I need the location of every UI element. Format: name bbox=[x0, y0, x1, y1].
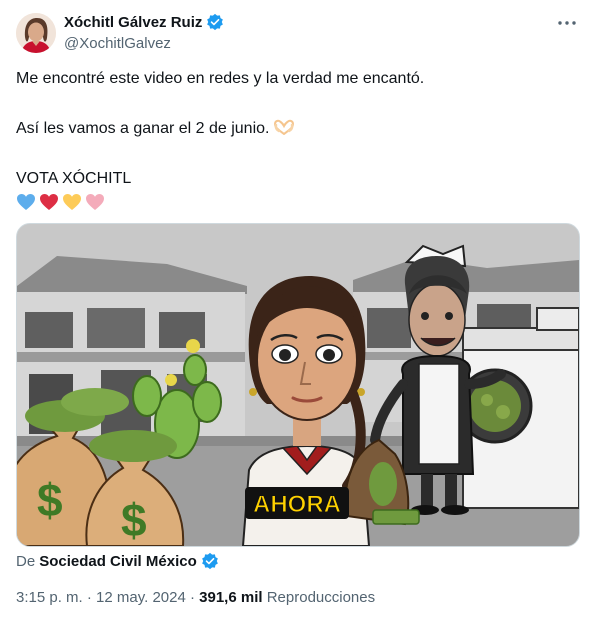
pink-heart-icon bbox=[86, 194, 104, 210]
heart-hands-icon bbox=[273, 119, 295, 136]
avatar[interactable] bbox=[16, 13, 56, 53]
tweet-line-2: Así les vamos a ganar el 2 de junio. bbox=[16, 118, 576, 140]
red-heart-icon bbox=[40, 194, 58, 210]
hearts-row bbox=[16, 193, 576, 211]
author-handle[interactable]: @XochitlGalvez bbox=[64, 35, 171, 52]
video-caption-text: AHORA bbox=[253, 491, 341, 518]
source-verified-badge-icon bbox=[201, 552, 219, 570]
video-media[interactable]: $ $ AHORA bbox=[16, 223, 580, 547]
blue-heart-icon bbox=[17, 194, 35, 210]
tweet-text: Me encontré este video en redes y la ver… bbox=[16, 68, 576, 211]
tweet-line-3: VOTA XÓCHITL bbox=[16, 170, 132, 187]
media-source: De Sociedad Civil México bbox=[16, 552, 219, 570]
tweet-line-2-text: Así les vamos a ganar el 2 de junio. bbox=[16, 120, 270, 137]
source-prefix: De bbox=[16, 552, 36, 570]
source-account-link[interactable]: Sociedad Civil México bbox=[39, 553, 197, 570]
views-label: Reproducciones bbox=[266, 589, 376, 606]
verified-badge-icon bbox=[206, 13, 224, 31]
tweet-timestamp[interactable]: 3:15 p. m. · 12 may. 2024 · bbox=[16, 589, 195, 606]
author-name[interactable]: Xóchitl Gálvez Ruiz bbox=[64, 14, 202, 31]
tweet: Xóchitl Gálvez Ruiz @XochitlGalvez Me en… bbox=[0, 0, 596, 620]
author-name-row[interactable]: Xóchitl Gálvez Ruiz bbox=[64, 13, 224, 31]
washing-machine bbox=[457, 307, 579, 509]
svg-text:$: $ bbox=[37, 474, 63, 526]
tweet-meta: 3:15 p. m. · 12 may. 2024 · 391,6 mil Re… bbox=[16, 589, 375, 606]
video-caption: AHORA bbox=[245, 487, 349, 519]
more-options-icon[interactable] bbox=[556, 12, 578, 34]
svg-text:$: $ bbox=[121, 494, 147, 546]
views-count: 391,6 mil bbox=[199, 589, 263, 606]
yellow-heart-icon bbox=[63, 194, 81, 210]
tweet-line-1: Me encontré este video en redes y la ver… bbox=[16, 70, 425, 87]
